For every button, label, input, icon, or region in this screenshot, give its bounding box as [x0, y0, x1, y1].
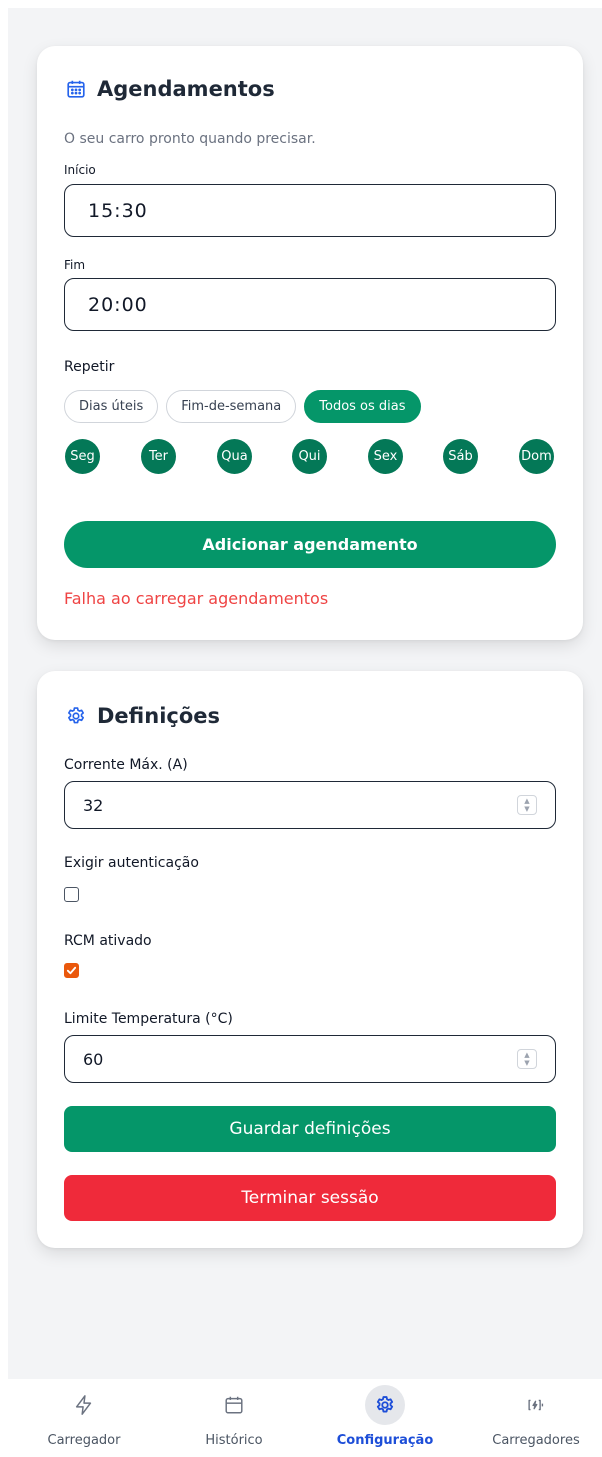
start-time-value: 15:30: [88, 199, 148, 222]
temp-limit-label: Limite Temperatura (°C): [64, 1011, 233, 1027]
day-toggle-dom[interactable]: Dom: [519, 439, 554, 474]
max-current-stepper[interactable]: ▲ ▼: [517, 795, 537, 815]
save-settings-button[interactable]: Guardar definições: [64, 1106, 556, 1152]
charger-icon: [528, 1399, 544, 1411]
max-current-value: 32: [83, 795, 104, 815]
calendar-icon: [65, 78, 87, 100]
checkmark-icon: [66, 966, 77, 975]
end-time-label: Fim: [64, 258, 86, 272]
temp-limit-value: 60: [83, 1049, 104, 1069]
add-schedule-button[interactable]: Adicionar agendamento: [64, 521, 556, 568]
stepper-down-icon: ▼: [524, 1059, 530, 1067]
schedules-title-text: Agendamentos: [97, 77, 275, 101]
logout-button[interactable]: Terminar sessão: [64, 1175, 556, 1221]
day-toggle-ter[interactable]: Ter: [141, 439, 176, 474]
nav-item-carregadores[interactable]: Carregadores: [461, 1379, 602, 1457]
rcm-checkbox[interactable]: [64, 963, 79, 978]
temp-limit-stepper[interactable]: ▲ ▼: [517, 1049, 537, 1069]
bottom-navigation: Carregador Histórico Configuração Carreg…: [0, 1379, 602, 1457]
end-time-value: 20:00: [88, 293, 148, 316]
day-toggle-seg[interactable]: Seg: [65, 439, 100, 474]
day-toggle-qui[interactable]: Qui: [292, 439, 327, 474]
nav-item-historico[interactable]: Histórico: [159, 1379, 309, 1457]
gear-icon: [65, 705, 87, 727]
lightning-icon: [75, 1395, 92, 1415]
temp-limit-input[interactable]: 60 ▲ ▼: [64, 1035, 556, 1083]
schedules-card: Agendamentos O seu carro pronto quando p…: [37, 46, 583, 640]
nav-label-historico: Histórico: [205, 1433, 263, 1448]
max-current-label: Corrente Máx. (A): [64, 757, 188, 773]
nav-item-configuracao[interactable]: Configuração: [310, 1379, 460, 1457]
stepper-up-icon: ▲: [524, 797, 530, 805]
settings-title-text: Definições: [97, 704, 221, 728]
schedules-subtitle: O seu carro pronto quando precisar.: [64, 131, 316, 147]
nav-label-configuracao: Configuração: [336, 1433, 434, 1448]
day-toggle-sab[interactable]: Sáb: [443, 439, 478, 474]
settings-card: Definições Corrente Máx. (A) 32 ▲ ▼ Exig…: [37, 671, 583, 1248]
start-time-input[interactable]: 15:30: [64, 184, 556, 237]
require-auth-label: Exigir autenticação: [64, 855, 199, 871]
repeat-label: Repetir: [64, 359, 115, 375]
settings-title: Definições: [65, 704, 220, 728]
end-time-input[interactable]: 20:00: [64, 278, 556, 331]
schedules-title: Agendamentos: [65, 77, 275, 101]
rcm-label: RCM ativado: [64, 933, 152, 949]
calendar-icon: [225, 1396, 243, 1414]
schedules-error-message: Falha ao carregar agendamentos: [64, 589, 329, 608]
gear-icon: [376, 1396, 394, 1413]
require-auth-checkbox[interactable]: [64, 887, 79, 902]
nav-item-carregador[interactable]: Carregador: [9, 1379, 159, 1457]
repeat-weekend-button[interactable]: Fim-de-semana: [166, 390, 297, 423]
day-toggle-qua[interactable]: Qua: [217, 439, 252, 474]
stepper-up-icon: ▲: [524, 1051, 530, 1059]
max-current-input[interactable]: 32 ▲ ▼: [64, 781, 556, 829]
repeat-weekdays-button[interactable]: Dias úteis: [64, 390, 159, 423]
start-time-label: Início: [64, 163, 96, 177]
repeat-everyday-button[interactable]: Todos os dias: [304, 390, 421, 423]
stepper-down-icon: ▼: [524, 805, 530, 813]
nav-label-carregador: Carregador: [47, 1433, 121, 1448]
nav-label-carregadores: Carregadores: [492, 1433, 580, 1448]
repeat-options: Dias úteis Fim-de-semana Todos os dias: [64, 390, 421, 423]
day-toggle-sex[interactable]: Sex: [368, 439, 403, 474]
